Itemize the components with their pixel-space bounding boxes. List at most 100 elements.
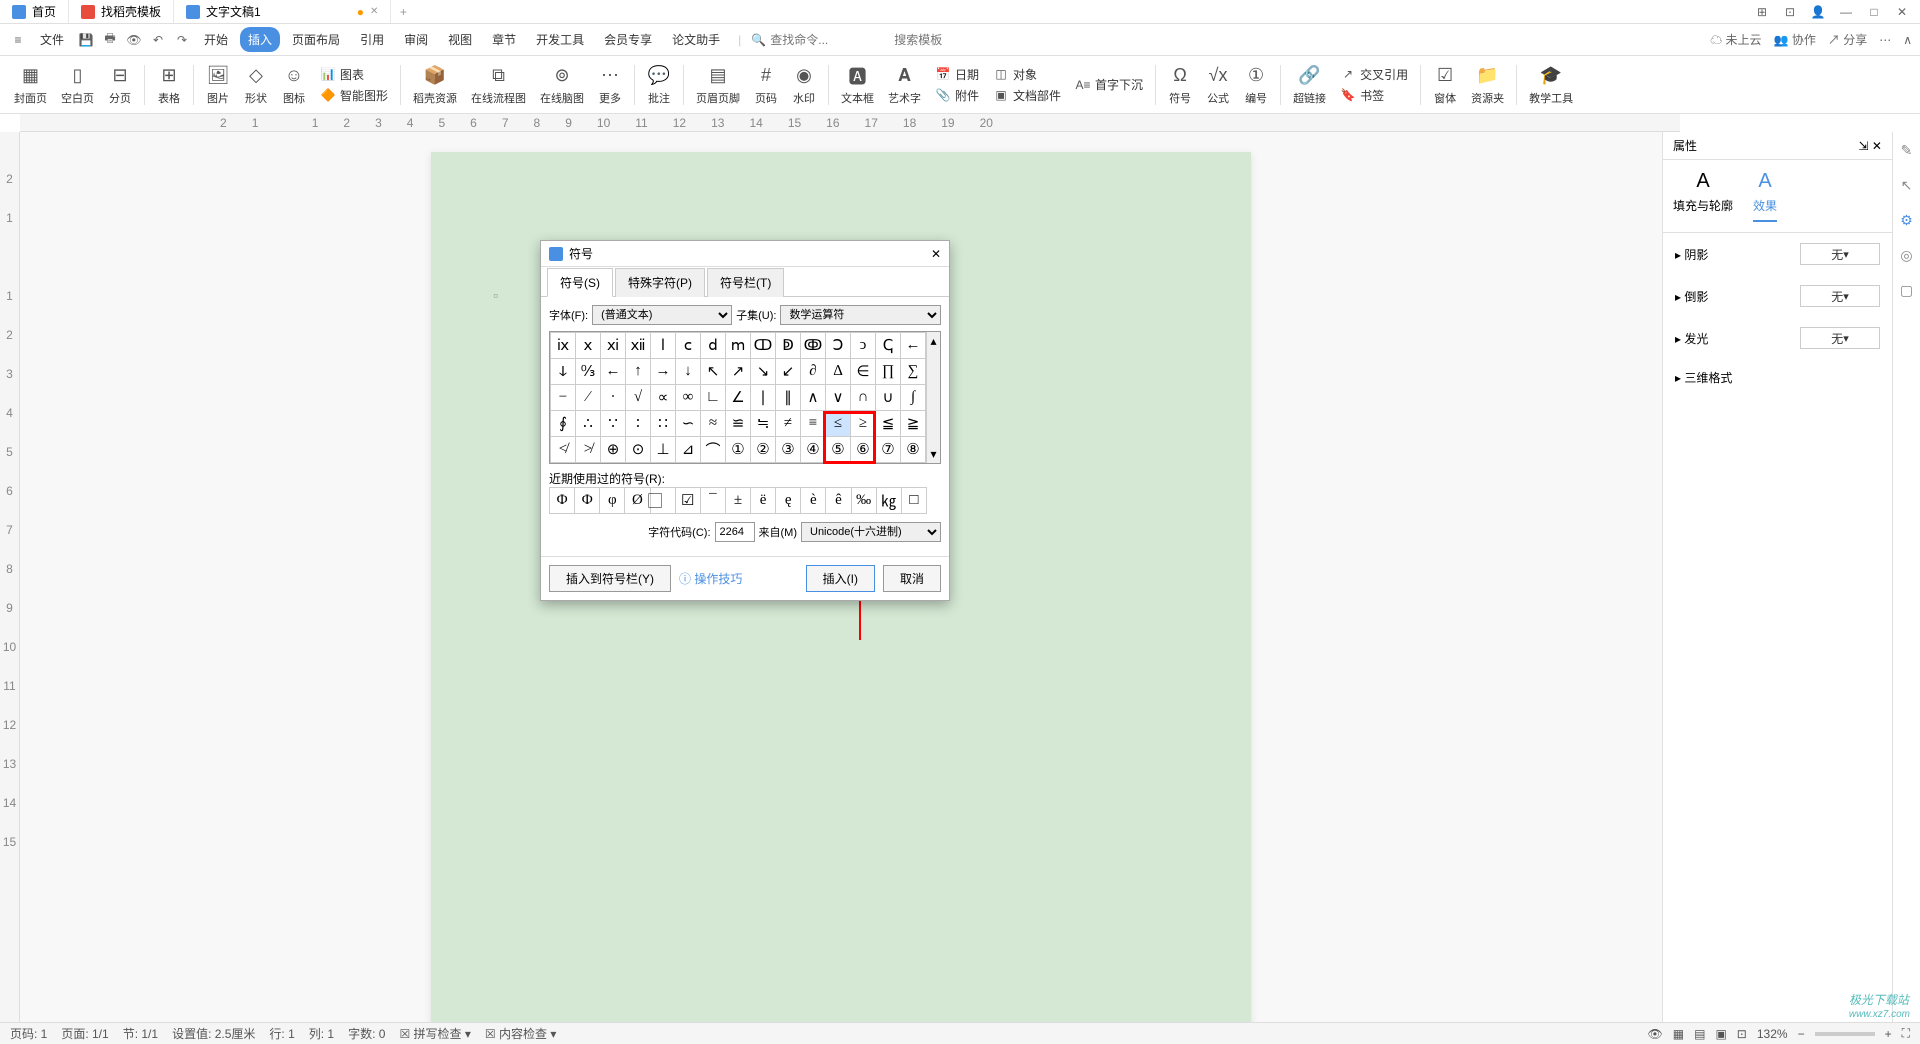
tool-link[interactable]: 🔗超链接: [1287, 62, 1332, 108]
symbol-cell[interactable]: ①: [726, 437, 751, 463]
recent-symbol-cell[interactable]: ‰: [851, 488, 876, 514]
symbol-cell[interactable]: ④: [801, 437, 826, 463]
symbol-cell[interactable]: ∶: [626, 411, 651, 437]
menu-insert[interactable]: 插入: [240, 27, 280, 52]
tab-add[interactable]: +: [391, 0, 415, 23]
dialog-tab-symbol[interactable]: 符号(S): [547, 268, 613, 297]
view-web-icon[interactable]: ▤: [1694, 1027, 1705, 1041]
zoom-fit-icon[interactable]: ⊡: [1737, 1027, 1747, 1041]
symbol-cell[interactable]: ∙: [601, 385, 626, 411]
cancel-button[interactable]: 取消: [883, 565, 941, 592]
symbol-cell[interactable]: √: [626, 385, 651, 411]
menu-layout[interactable]: 页面布局: [284, 27, 348, 52]
undo-icon[interactable]: ↶: [148, 30, 168, 50]
insert-button[interactable]: 插入(I): [806, 565, 875, 592]
symbol-cell[interactable]: ⑦: [876, 437, 901, 463]
tool-pic[interactable]: 🖼图片: [200, 62, 236, 108]
symbol-cell[interactable]: ∪: [876, 385, 901, 411]
recent-symbol-cell[interactable]: □: [901, 488, 926, 514]
fullscreen-icon[interactable]: ⛶: [1902, 1026, 1910, 1041]
tab-document[interactable]: 文字文稿1●✕: [174, 0, 391, 23]
panel-3d[interactable]: ▸ 三维格式: [1675, 369, 1732, 386]
zoom-out[interactable]: −: [1798, 1027, 1805, 1041]
symbol-cell[interactable]: ∑: [901, 359, 926, 385]
zoom-level[interactable]: 132%: [1757, 1027, 1788, 1041]
symbol-cell[interactable]: ⊥: [651, 437, 676, 463]
recent-symbol-cell[interactable]: ⃞: [650, 488, 675, 514]
menu-dev[interactable]: 开发工具: [528, 27, 592, 52]
symbol-cell[interactable]: ⅹ: [576, 333, 601, 359]
symbol-cell[interactable]: ⑥: [851, 437, 876, 463]
tool-cover[interactable]: ▦封面页: [8, 62, 53, 108]
tool-batch[interactable]: 💬批注: [641, 62, 677, 108]
tool-crossref[interactable]: ↗交叉引用: [1336, 65, 1412, 84]
glow-select[interactable]: 无 ▾: [1800, 327, 1880, 349]
symbol-cell[interactable]: ⊕: [601, 437, 626, 463]
coop-link[interactable]: 👥 协作: [1774, 31, 1816, 48]
tool-formula[interactable]: √x公式: [1200, 62, 1236, 108]
symbol-cell[interactable]: ⅾ: [701, 333, 726, 359]
symbol-cell[interactable]: ⅺ: [601, 333, 626, 359]
apps-icon[interactable]: ⊡: [1780, 2, 1800, 22]
tool-pagebreak[interactable]: ⊟分页: [102, 62, 138, 108]
tool-obj[interactable]: ◫对象: [989, 65, 1065, 84]
panel-reflection[interactable]: ▸ 倒影: [1675, 288, 1708, 305]
menu-start[interactable]: 开始: [196, 27, 236, 52]
tool-number[interactable]: ①编号: [1238, 62, 1274, 108]
maximize-icon[interactable]: □: [1864, 2, 1884, 22]
symbol-cell[interactable]: ⅿ: [726, 333, 751, 359]
symbol-cell[interactable]: ∷: [651, 411, 676, 437]
symbol-cell[interactable]: ↗: [726, 359, 751, 385]
tool-docpart[interactable]: ▣文档部件: [989, 86, 1065, 105]
tool-bookmark[interactable]: 🔖书签: [1336, 86, 1412, 105]
symbol-cell[interactable]: ≈: [701, 411, 726, 437]
user-avatar[interactable]: 👤: [1808, 2, 1828, 22]
symbol-cell[interactable]: ≠: [776, 411, 801, 437]
recent-symbol-cell[interactable]: Ø: [625, 488, 650, 514]
recent-symbol-cell[interactable]: è: [801, 488, 826, 514]
symbol-cell[interactable]: ≤: [826, 411, 851, 437]
symbol-cell[interactable]: ∽: [676, 411, 701, 437]
menu-file[interactable]: 文件: [32, 27, 72, 52]
symbol-cell[interactable]: ⑤: [826, 437, 851, 463]
symbol-cell[interactable]: ∩: [851, 385, 876, 411]
symbol-cell[interactable]: ⅸ: [551, 333, 576, 359]
tab-template[interactable]: 找稻壳模板: [69, 0, 174, 23]
symbol-cell[interactable]: ↀ: [751, 333, 776, 359]
zoom-in[interactable]: +: [1885, 1027, 1892, 1041]
symbol-cell[interactable]: ∴: [576, 411, 601, 437]
tool-smart[interactable]: 🔶智能图形: [316, 86, 392, 105]
tool-wordart[interactable]: 𝐀艺术字: [882, 62, 927, 108]
tool-shape[interactable]: ◇形状: [238, 62, 274, 108]
layouts-icon[interactable]: ⊞: [1752, 2, 1772, 22]
hamburger-icon[interactable]: ≡: [8, 30, 28, 50]
panel-tab-effect[interactable]: A效果: [1753, 170, 1777, 222]
symbol-cell[interactable]: ②: [751, 437, 776, 463]
symbol-cell[interactable]: ∣: [751, 385, 776, 411]
tool-header[interactable]: ▤页眉页脚: [690, 62, 746, 108]
dialog-tab-bar[interactable]: 符号栏(T): [707, 268, 784, 297]
tool-teach[interactable]: 🎓教学工具: [1523, 62, 1579, 108]
tool-table[interactable]: ⊞表格: [151, 62, 187, 108]
tool-form[interactable]: ☑窗体: [1427, 62, 1463, 108]
panel-controls[interactable]: ⇲ ✕: [1859, 139, 1882, 153]
cloud-status[interactable]: ☁ 未上云: [1710, 31, 1761, 48]
symbol-cell[interactable]: ∞: [676, 385, 701, 411]
tool-watermark[interactable]: ◉水印: [786, 62, 822, 108]
view-outline-icon[interactable]: ▣: [1715, 1027, 1726, 1041]
dialog-tab-special[interactable]: 特殊字符(P): [615, 268, 705, 297]
symbol-cell[interactable]: ∫: [901, 385, 926, 411]
expand-icon[interactable]: ∧: [1903, 33, 1912, 47]
print-icon[interactable]: 🖶: [100, 30, 120, 50]
symbol-cell[interactable]: ∟: [701, 385, 726, 411]
minimize-icon[interactable]: —: [1836, 2, 1856, 22]
tool-symbol[interactable]: Ω符号: [1162, 62, 1198, 108]
tool-flowchart[interactable]: ⧉在线流程图: [465, 62, 532, 108]
recent-symbol-cell[interactable]: φ: [600, 488, 625, 514]
recent-symbol-cell[interactable]: ë: [751, 488, 776, 514]
symbol-cell[interactable]: ∮: [551, 411, 576, 437]
symbol-cell[interactable]: ↉: [576, 359, 601, 385]
symbol-cell[interactable]: ↂ: [801, 333, 826, 359]
symbol-cell[interactable]: ↁ: [776, 333, 801, 359]
symbol-cell[interactable]: ⑧: [901, 437, 926, 463]
